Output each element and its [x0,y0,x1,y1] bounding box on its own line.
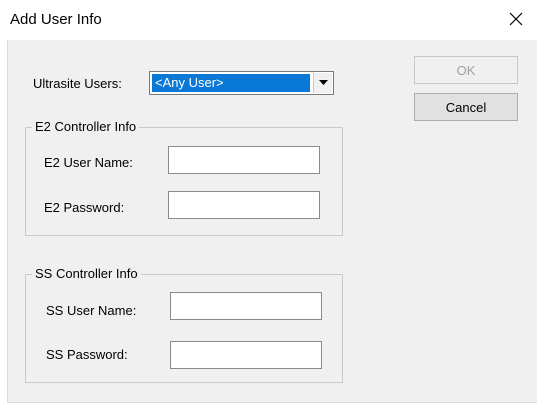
close-button[interactable] [496,2,536,36]
add-user-info-dialog: Add User Info Ultrasite Users: <Any User… [0,0,537,410]
ss-user-name-label: SS User Name: [46,303,137,318]
e2-password-input[interactable] [168,191,320,219]
ss-group-title: SS Controller Info [32,266,141,281]
dialog-title: Add User Info [10,11,102,28]
e2-user-name-input[interactable] [168,146,320,174]
chevron-down-icon [318,80,328,85]
title-bar: Add User Info [0,0,537,40]
e2-password-label: E2 Password: [44,200,125,215]
ok-button[interactable]: OK [414,56,518,84]
ss-password-input[interactable] [170,341,322,369]
e2-controller-group: E2 Controller Info [25,119,343,236]
dropdown-button[interactable] [313,73,332,93]
e2-user-name-label: E2 User Name: [44,155,133,170]
e2-group-title: E2 Controller Info [32,119,140,134]
cancel-button[interactable]: Cancel [414,93,518,121]
ultrasite-users-selected: <Any User> [152,74,310,92]
ss-user-name-input[interactable] [170,292,322,320]
ss-password-label: SS Password: [46,347,128,362]
ultrasite-users-dropdown[interactable]: <Any User> [149,71,334,95]
close-icon [509,12,523,26]
ultrasite-users-label: Ultrasite Users: [33,76,122,91]
